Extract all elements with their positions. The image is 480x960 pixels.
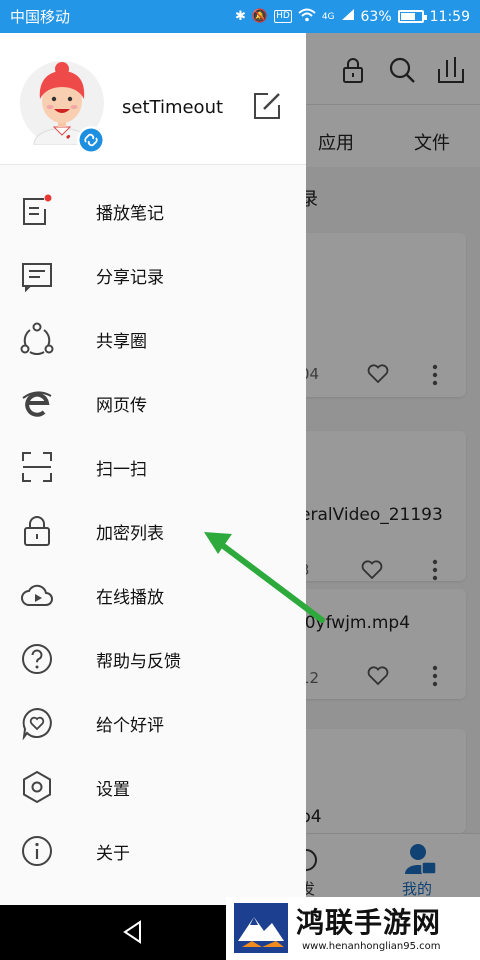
watermark-url: www.henanhonglian95.com	[302, 941, 441, 952]
status-bar: 中国移动 ✱ 🔕 HD 4G 63% 11:59	[0, 0, 480, 33]
menu-item-label: 帮助与反馈	[96, 652, 181, 672]
menu-item-web-transfer[interactable]: 网页传	[0, 371, 306, 435]
profile-header: setTimeout	[0, 33, 306, 165]
battery-percent: 63%	[360, 8, 392, 25]
bluetooth-icon: ✱	[235, 9, 246, 24]
mute-icon: 🔕	[251, 9, 269, 24]
rate-icon	[22, 707, 52, 740]
signal-type: 4G	[321, 11, 335, 22]
help-icon	[22, 644, 52, 674]
battery-icon	[397, 10, 427, 23]
menu-item-label: 给个好评	[96, 716, 164, 736]
menu-item-help-feedback[interactable]: 帮助与反馈	[0, 627, 306, 691]
lock-icon	[24, 516, 50, 546]
menu-item-label: 播放笔记	[96, 204, 164, 224]
menu-item-share-record[interactable]: 分享记录	[0, 243, 306, 307]
info-icon	[22, 836, 52, 866]
menu-item-label: 关于	[96, 844, 130, 864]
menu-item-label: 在线播放	[96, 588, 164, 608]
edit-icon[interactable]	[252, 91, 282, 121]
cloud-play-icon	[21, 584, 53, 606]
drawer-menu: 播放笔记 分享记录 共享圈 网页传 扫一扫 加密列表 在线播放 帮助与反馈 给个…	[0, 179, 306, 883]
link-badge-icon	[77, 126, 105, 154]
site-logo-icon	[234, 903, 288, 953]
navigation-drawer: setTimeout 播放笔记 分享记录 共享圈 网页传 扫一扫 加密列表 在线…	[0, 33, 306, 905]
clock: 11:59	[429, 8, 470, 25]
menu-item-label: 加密列表	[96, 524, 164, 544]
menu-item-label: 网页传	[96, 396, 147, 416]
signal-icon	[341, 8, 355, 25]
back-icon[interactable]	[120, 919, 146, 945]
menu-item-encrypted-list[interactable]: 加密列表	[0, 499, 306, 563]
share-record-icon	[22, 263, 52, 292]
scan-icon	[22, 452, 52, 482]
share-circle-icon	[20, 322, 54, 355]
menu-item-scan[interactable]: 扫一扫	[0, 435, 306, 499]
username[interactable]: setTimeout	[122, 97, 223, 118]
menu-item-label: 设置	[96, 780, 130, 800]
menu-item-play-notes[interactable]: 播放笔记	[0, 179, 306, 243]
note-icon	[23, 194, 52, 225]
menu-item-label: 分享记录	[96, 268, 164, 288]
menu-item-share-circle[interactable]: 共享圈	[0, 307, 306, 371]
menu-item-label: 共享圈	[96, 332, 147, 352]
menu-item-settings[interactable]: 设置	[0, 755, 306, 819]
wifi-icon	[298, 8, 316, 26]
menu-item-online-play[interactable]: 在线播放	[0, 563, 306, 627]
menu-item-label: 扫一扫	[96, 460, 147, 480]
settings-icon	[23, 770, 51, 804]
carrier-label: 中国移动	[10, 8, 71, 26]
web-transfer-icon	[22, 391, 52, 417]
menu-item-about[interactable]: 关于	[0, 819, 306, 883]
menu-item-rate[interactable]: 给个好评	[0, 691, 306, 755]
watermark-title: 鸿联手游网	[296, 906, 442, 939]
watermark: 鸿联手游网 www.henanhonglian95.com	[226, 897, 480, 960]
hd-badge: HD	[274, 10, 292, 23]
